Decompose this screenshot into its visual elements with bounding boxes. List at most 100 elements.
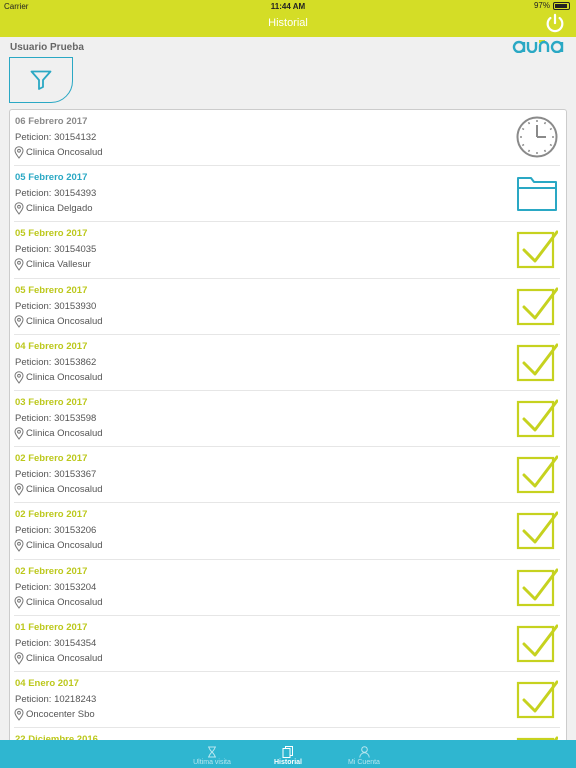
item-location: Clinica Oncosalud	[14, 314, 103, 328]
battery-percent: 97%	[533, 1, 550, 10]
item-clinic: Clinica Oncosalud	[26, 147, 103, 158]
item-location: Clinica Vallesur	[14, 258, 91, 272]
tab-mi-cuenta[interactable]: Mi Cuenta	[341, 740, 387, 768]
check-icon	[516, 568, 558, 606]
item-peticion: Peticion: 10218243	[15, 693, 97, 705]
list-item[interactable]: 02 Febrero 2017 Peticion: 30153206 Clini…	[14, 503, 560, 560]
power-icon[interactable]	[544, 13, 566, 35]
item-date: 02 Febrero 2017	[15, 453, 88, 465]
location-pin-icon	[14, 483, 24, 496]
location-pin-icon	[14, 539, 24, 553]
item-clinic: Clinica Oncosalud	[26, 315, 103, 327]
item-clinic: Clinica Oncosalud	[26, 484, 103, 496]
check-icon	[516, 624, 558, 662]
tab-historial[interactable]: Historial	[265, 740, 311, 768]
tab-label: Ultima visita	[193, 759, 231, 766]
list-item[interactable]: 02 Febrero 2017 Peticion: 30153367 Clini…	[14, 447, 560, 504]
item-date: 05 Febrero 2017	[15, 284, 88, 296]
item-peticion: Peticion: 30153598	[15, 412, 97, 424]
list-item[interactable]: 01 Febrero 2017 Peticion: 30154354 Clini…	[14, 616, 560, 672]
item-clinic: Clinica Oncosalud	[26, 652, 103, 664]
item-peticion: Peticion: 30153204	[15, 581, 97, 593]
item-location: Clinica Oncosalud	[14, 595, 103, 609]
history-list[interactable]: 06 Febrero 2017 Peticion: 30154132 Clini…	[9, 109, 567, 768]
filter-button[interactable]	[9, 57, 73, 103]
location-pin-icon	[14, 258, 24, 272]
list-item[interactable]: 04 Enero 2017 Peticion: 10218243 Oncocen…	[14, 672, 560, 729]
item-clinic: Clinica Oncosalud	[26, 540, 103, 552]
tab-bar: Ultima visita Historial Mi Cuenta	[0, 740, 576, 768]
list-item[interactable]: 06 Febrero 2017 Peticion: 30154132 Clini…	[14, 110, 560, 167]
item-date: 04 Enero 2017	[15, 677, 79, 689]
list-item[interactable]: 02 Febrero 2017 Peticion: 30153204 Clini…	[14, 560, 560, 616]
item-location: Clinica Oncosalud	[14, 427, 103, 440]
item-clinic: Clinica Oncosalud	[26, 371, 103, 383]
page-title: Historial	[268, 17, 308, 29]
location-pin-icon	[14, 651, 24, 665]
item-date: 06 Febrero 2017	[15, 116, 88, 127]
item-peticion: Peticion: 30153862	[15, 356, 97, 368]
battery-icon	[553, 1, 570, 10]
item-location: Clinica Oncosalud	[14, 146, 103, 159]
check-icon	[516, 455, 558, 494]
location-pin-icon	[14, 595, 24, 609]
filter-icon	[30, 70, 52, 90]
item-date: 03 Febrero 2017	[15, 396, 88, 408]
location-pin-icon	[14, 202, 24, 216]
item-clinic: Oncocenter Sbo	[26, 708, 95, 720]
list-item[interactable]: 05 Febrero 2017 Peticion: 30154035 Clini…	[14, 222, 560, 279]
check-icon	[516, 399, 558, 438]
item-clinic: Clinica Oncosalud	[26, 596, 103, 608]
item-location: Clinica Delgado	[14, 202, 93, 216]
list-item[interactable]: 04 Febrero 2017 Peticion: 30153862 Clini…	[14, 335, 560, 391]
item-peticion: Peticion: 30154035	[15, 244, 97, 256]
location-pin-icon	[14, 708, 24, 721]
location-pin-icon	[14, 146, 24, 159]
location-pin-icon	[14, 314, 24, 328]
status-bar: Carrier 11:44 AM 97%	[0, 0, 576, 12]
battery-indicator: 97%	[534, 1, 570, 10]
list-item[interactable]: 05 Febrero 2017 Peticion: 30153930 Clini…	[14, 279, 560, 335]
folder-icon	[517, 177, 557, 212]
check-icon	[516, 287, 558, 325]
tab-ultima-visita[interactable]: Ultima visita	[189, 740, 235, 768]
item-peticion: Peticion: 30154393	[15, 188, 97, 200]
location-pin-icon	[14, 427, 24, 440]
user-name: Usuario Prueba	[10, 42, 84, 53]
item-clinic: Clinica Oncosalud	[26, 427, 103, 439]
check-icon	[516, 680, 558, 718]
list-item[interactable]: 03 Febrero 2017 Peticion: 30153598 Clini…	[14, 391, 560, 448]
item-peticion: Peticion: 30153206	[15, 525, 97, 537]
hourglass-icon	[208, 746, 216, 758]
item-clinic: Clinica Vallesur	[26, 259, 91, 271]
user-icon	[358, 746, 370, 758]
item-peticion: Peticion: 30154354	[15, 637, 97, 649]
item-date: 02 Febrero 2017	[15, 509, 88, 521]
location-pin-icon	[14, 370, 24, 384]
item-location: Clinica Oncosalud	[14, 483, 103, 496]
check-icon	[516, 511, 558, 550]
item-date: 01 Febrero 2017	[15, 621, 88, 633]
item-peticion: Peticion: 30154132	[15, 132, 97, 143]
check-icon	[516, 343, 558, 381]
item-date: 05 Febrero 2017	[15, 228, 88, 240]
check-icon	[516, 230, 558, 269]
item-peticion: Peticion: 30153930	[15, 300, 97, 312]
clock-icon	[516, 116, 558, 158]
list-item[interactable]: 05 Febrero 2017 Peticion: 30154393 Clini…	[14, 166, 560, 223]
item-peticion: Peticion: 30153367	[15, 469, 97, 481]
tab-label: Mi Cuenta	[348, 759, 380, 766]
documents-icon	[282, 746, 293, 758]
item-location: Clinica Oncosalud	[14, 651, 103, 665]
tab-label: Historial	[273, 759, 302, 766]
item-date: 04 Febrero 2017	[15, 340, 88, 352]
status-time: 11:44 AM	[270, 2, 306, 11]
auna-logo	[512, 40, 564, 53]
item-clinic: Clinica Delgado	[26, 203, 93, 215]
top-bar: Carrier 11:44 AM 97% Historial	[0, 0, 576, 37]
item-location: Oncocenter Sbo	[14, 708, 95, 721]
item-date: 02 Febrero 2017	[15, 565, 88, 577]
item-location: Clinica Oncosalud	[14, 539, 103, 553]
item-date: 05 Febrero 2017	[15, 172, 88, 184]
item-location: Clinica Oncosalud	[14, 370, 103, 384]
